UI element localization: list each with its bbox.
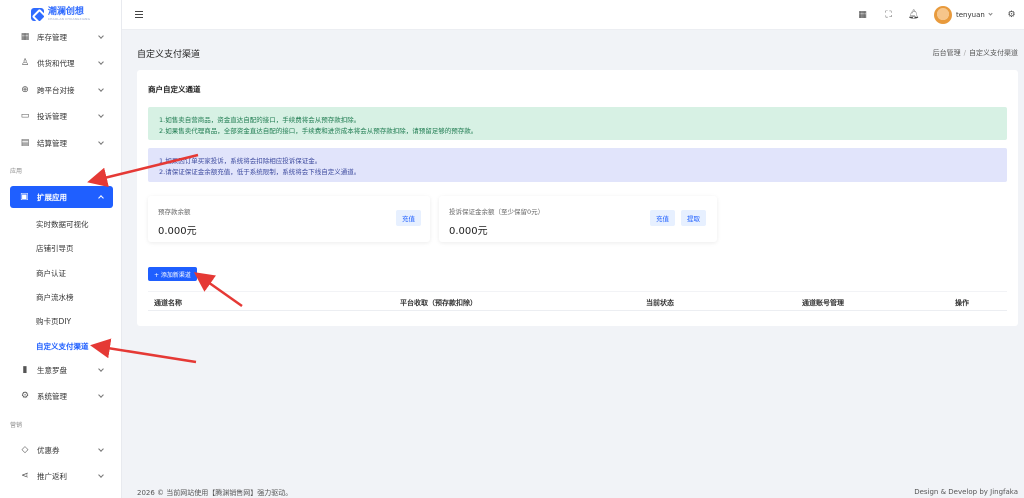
add-channel-button[interactable]: + 添加新渠道 [148, 267, 197, 281]
sidebar-sub-item[interactable]: 实时数据可视化 [36, 219, 89, 230]
card-title: 商户自定义通道 [148, 85, 201, 94]
breadcrumb-item[interactable]: 后台管理 [933, 49, 961, 57]
complaint-icon: ▭ [20, 111, 30, 121]
chevron-down-icon [98, 367, 104, 373]
sidebar: 潮澜创想 CHAOLAN CHUANGXIANG ▦ 库存管理 ♙ 供货和代理 … [0, 0, 122, 498]
column-header: 操作 [955, 299, 969, 307]
sidebar-item-cross-platform[interactable]: ⊕ 跨平台对接 [0, 77, 121, 103]
custom-channel-card: 商户自定义通道 1.如售卖自营商品，资金直达自配的接口，手续费将会从预存款扣除。… [137, 70, 1018, 326]
top-header: ▦ ⛶ 🔔︎ tenyuan ⚙ [122, 0, 1024, 30]
chevron-up-icon [98, 194, 104, 200]
username[interactable]: tenyuan [956, 11, 985, 19]
chevron-down-icon [98, 113, 104, 119]
page-title: 自定义支付渠道 [137, 50, 201, 60]
coupon-icon: ◇ [21, 445, 29, 455]
sidebar-item-extensions[interactable]: ▣ 扩展应用 [10, 186, 113, 208]
column-header: 平台收取（预存款扣除） [400, 299, 477, 307]
sidebar-item-complaints[interactable]: ▭ 投诉管理 [0, 103, 121, 129]
alert-prepaid-info: 1.如售卖自营商品，资金直达自配的接口，手续费将会从预存款扣除。 2.如果售卖代… [148, 107, 1007, 140]
alert-deposit-info: 1.如果因订单买家投诉，系统将会扣除相应投诉保证金。 2.请保证保证金余额充值，… [148, 148, 1007, 182]
chevron-down-icon [98, 60, 104, 66]
chevron-down-icon [98, 473, 104, 479]
prepaid-balance-card: 预存款余额 0.000元 充值 [148, 196, 430, 242]
settlement-icon: ▤ [20, 138, 30, 148]
column-header: 通道名称 [154, 299, 182, 307]
sidebar-item-business-compass[interactable]: ▮ 生意罗盘 [0, 357, 121, 383]
fullscreen-icon[interactable]: ⛶ [883, 9, 894, 20]
deposit-withdraw-button[interactable]: 提取 [681, 210, 706, 226]
chevron-down-icon[interactable] [988, 12, 993, 17]
gear-icon: ⚙ [20, 391, 30, 401]
sidebar-item-rebate[interactable]: ⋖ 推广返利 [0, 463, 121, 489]
globe-icon: ⊕ [21, 85, 29, 95]
sidebar-sub-item-custom-payment[interactable]: 自定义支付渠道 [36, 341, 89, 352]
footer-copyright: 2026 © 当前网站使用【腾渊销售网】强力驱动。 [137, 489, 293, 497]
sidebar-sub-item[interactable]: 商户认证 [36, 268, 66, 279]
breadcrumb-item-current: 自定义支付渠道 [969, 49, 1018, 57]
column-header: 通道账号管理 [802, 299, 844, 307]
sidebar-item-inventory[interactable]: ▦ 库存管理 [0, 24, 121, 50]
sidebar-sub-item[interactable]: 店铺引导页 [36, 243, 74, 254]
column-header: 当前状态 [646, 299, 674, 307]
section-label-marketing: 营销 [10, 422, 23, 429]
avatar[interactable] [934, 6, 952, 24]
bell-icon[interactable]: 🔔︎ [908, 9, 919, 20]
sidebar-item-settlement[interactable]: ▤ 结算管理 [0, 130, 121, 156]
chevron-down-icon [98, 447, 104, 453]
logo-subtitle: CHAOLAN CHUANGXIANG [47, 16, 91, 21]
deposit-balance-card: 投诉保证金余额（至少保留0元） 0.000元 充值 提取 [439, 196, 717, 242]
chevron-down-icon [98, 87, 104, 93]
sidebar-sub-item[interactable]: 购卡页DIY [36, 316, 71, 327]
sidebar-sub-item[interactable]: 商户流水榜 [36, 292, 74, 303]
prepaid-balance-label: 预存款余额 [158, 208, 191, 216]
deposit-recharge-button[interactable]: 充值 [650, 210, 675, 226]
inventory-icon: ▦ [20, 32, 30, 42]
chevron-down-icon [98, 393, 104, 399]
share-icon: ⋖ [21, 471, 29, 481]
sidebar-item-coupons[interactable]: ◇ 优惠券 [0, 437, 121, 463]
apps-icon: ▣ [20, 192, 29, 202]
deposit-balance-value: 0.000元 [449, 226, 488, 237]
deposit-balance-label: 投诉保证金余额（至少保留0元） [449, 208, 545, 216]
chevron-down-icon [98, 140, 104, 146]
logo-name: 潮澜创想 [47, 6, 84, 17]
prepaid-balance-value: 0.000元 [158, 226, 197, 237]
users-icon: ♙ [20, 58, 30, 68]
settings-icon[interactable]: ⚙ [1006, 9, 1017, 20]
logo-icon [30, 7, 44, 21]
prepaid-recharge-button[interactable]: 充值 [396, 210, 421, 226]
menu-toggle-icon[interactable] [135, 11, 143, 18]
breadcrumb: 后台管理 / 自定义支付渠道 [932, 49, 1018, 57]
section-label-app: 应用 [10, 168, 23, 175]
qrcode-icon[interactable]: ▦ [857, 9, 868, 20]
channel-table-header: 通道名称 平台收取（预存款扣除） 当前状态 通道账号管理 操作 [148, 291, 1007, 311]
footer-credit: Design & Develop by Jingfaka [914, 488, 1018, 496]
chart-icon: ▮ [22, 365, 28, 375]
sidebar-item-supply[interactable]: ♙ 供货和代理 [0, 50, 121, 76]
chevron-down-icon [98, 34, 104, 40]
sidebar-item-system[interactable]: ⚙ 系统管理 [0, 383, 121, 409]
